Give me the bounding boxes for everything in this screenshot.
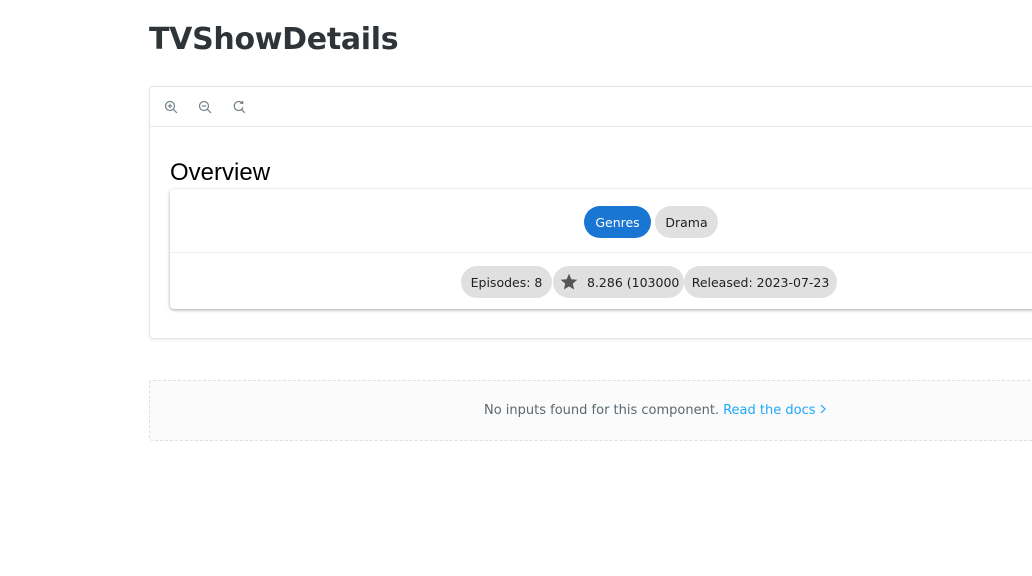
read-the-docs-label: Read the docs	[723, 403, 816, 418]
genres-label-chip: Genres	[584, 206, 651, 238]
inputs-message-line: No inputs found for this component. Read …	[484, 403, 827, 418]
read-the-docs-link[interactable]: Read the docs	[723, 403, 827, 418]
rating-chip: 8.286 (103000	[553, 266, 684, 298]
zoom-out-icon	[198, 100, 212, 114]
page-title: TVShowDetails	[149, 22, 399, 57]
episodes-chip: Episodes: 8	[461, 266, 552, 298]
overview-heading: Overview	[170, 159, 271, 186]
genre-chip-drama: Drama	[655, 206, 718, 238]
star-icon	[559, 272, 579, 292]
zoom-in-icon	[164, 100, 178, 114]
inputs-panel: No inputs found for this component. Read …	[149, 380, 1032, 441]
component-preview: Overview Genres Drama Episodes: 8 8.286 …	[149, 86, 1032, 339]
chevron-right-icon	[819, 403, 827, 418]
genres-row: Genres Drama	[170, 189, 1032, 253]
zoom-out-button[interactable]	[196, 98, 214, 116]
stats-row: Episodes: 8 8.286 (103000 Released: 2023…	[170, 254, 1032, 310]
no-inputs-message: No inputs found for this component.	[484, 403, 720, 418]
show-details-card: Genres Drama Episodes: 8 8.286 (103000 R…	[170, 189, 1032, 309]
rating-value: 8.286 (103000	[587, 274, 680, 290]
zoom-in-button[interactable]	[162, 98, 180, 116]
preview-toolbar	[150, 87, 1032, 127]
released-chip: Released: 2023-07-23	[684, 266, 837, 298]
reset-zoom-icon	[232, 100, 246, 114]
reset-zoom-button[interactable]	[230, 98, 248, 116]
